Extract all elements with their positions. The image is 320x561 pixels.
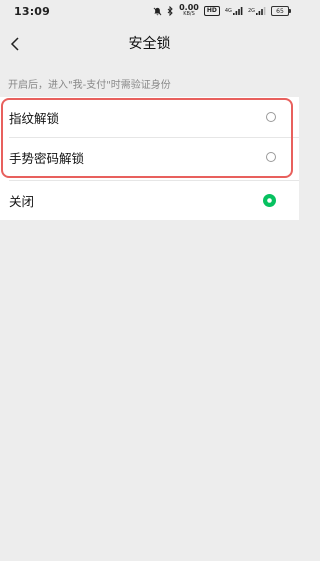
network-speed-unit: KB/S bbox=[183, 11, 195, 17]
hd-badge: HD bbox=[203, 6, 220, 16]
option-label: 指纹解锁 bbox=[9, 110, 60, 126]
signal-4g-icon: 4G bbox=[225, 7, 243, 15]
lock-options: 指纹解锁 手势密码解锁 关闭 bbox=[0, 97, 299, 220]
option-label: 关闭 bbox=[9, 193, 35, 209]
silent-icon bbox=[153, 7, 162, 16]
option-off[interactable]: 关闭 bbox=[0, 180, 299, 220]
option-gesture-password[interactable]: 手势密码解锁 bbox=[0, 137, 299, 177]
nav-bar: 安全锁 bbox=[0, 22, 299, 66]
radio-unchecked-icon[interactable] bbox=[266, 152, 276, 162]
signal-2g-icon: 2G bbox=[248, 7, 266, 15]
bluetooth-icon bbox=[167, 6, 174, 16]
hint-text: 开启后，进入"我-支付"时需验证身份 bbox=[8, 80, 171, 91]
status-time: 13:09 bbox=[14, 4, 51, 18]
radio-dot bbox=[267, 197, 272, 203]
battery-icon: 65 bbox=[271, 6, 291, 16]
page-title: 安全锁 bbox=[128, 36, 171, 52]
status-icons: 0.00 KB/S HD 4G 2G 65 bbox=[153, 4, 291, 18]
status-bar: 13:09 0.00 KB/S HD 4G 2G 65 bbox=[0, 0, 299, 22]
radio-checked-icon[interactable] bbox=[263, 193, 276, 207]
battery-level: 65 bbox=[276, 7, 284, 15]
signal-2g-label: 2G bbox=[247, 8, 255, 14]
network-speed: 0.00 KB/S bbox=[179, 4, 199, 18]
radio-unchecked-icon[interactable] bbox=[266, 112, 276, 122]
option-fingerprint[interactable]: 指纹解锁 bbox=[0, 97, 299, 137]
signal-4g-label: 4G bbox=[224, 8, 232, 14]
option-label: 手势密码解锁 bbox=[9, 150, 85, 166]
